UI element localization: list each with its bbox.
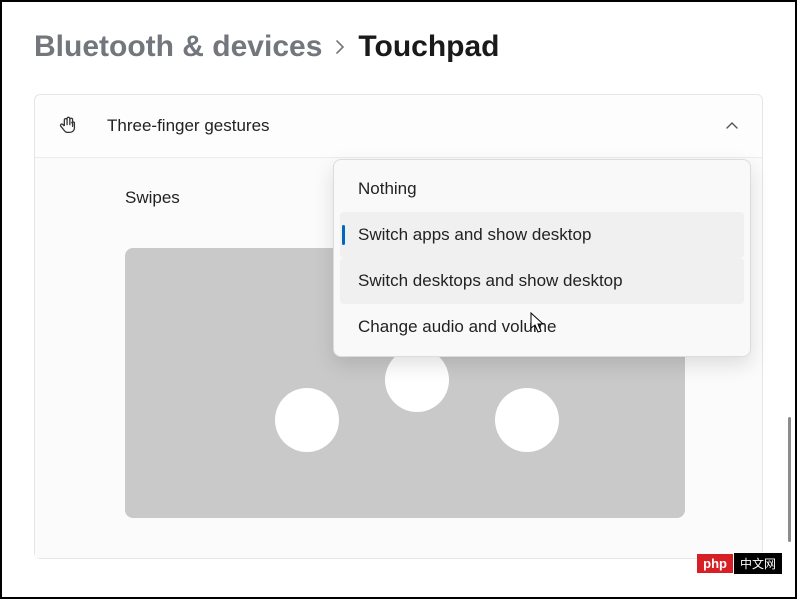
watermark-left: php [697,554,733,573]
swipes-dropdown[interactable]: Nothing Switch apps and show desktop Swi… [333,159,751,357]
section-title: Three-finger gestures [107,116,724,136]
watermark: php 中文网 [697,552,783,575]
hand-icon [57,115,79,137]
dropdown-option-switch-apps[interactable]: Switch apps and show desktop [340,212,744,258]
breadcrumb: Bluetooth & devices Touchpad [2,2,795,76]
gestures-card: Three-finger gestures Swipes Nothing Swi… [34,94,763,559]
dropdown-option-nothing[interactable]: Nothing [340,166,744,212]
scrollbar-thumb[interactable] [788,417,791,542]
breadcrumb-parent[interactable]: Bluetooth & devices [34,30,322,64]
dropdown-option-change-audio[interactable]: Change audio and volume [340,304,744,350]
watermark-right: 中文网 [733,552,783,575]
breadcrumb-current: Touchpad [358,30,499,64]
finger-dot [385,348,449,412]
finger-dot [275,388,339,452]
dropdown-option-switch-desktops[interactable]: Switch desktops and show desktop [340,258,744,304]
section-header[interactable]: Three-finger gestures [35,95,762,158]
chevron-up-icon [724,118,740,134]
finger-dot [495,388,559,452]
chevron-right-icon [334,36,346,62]
